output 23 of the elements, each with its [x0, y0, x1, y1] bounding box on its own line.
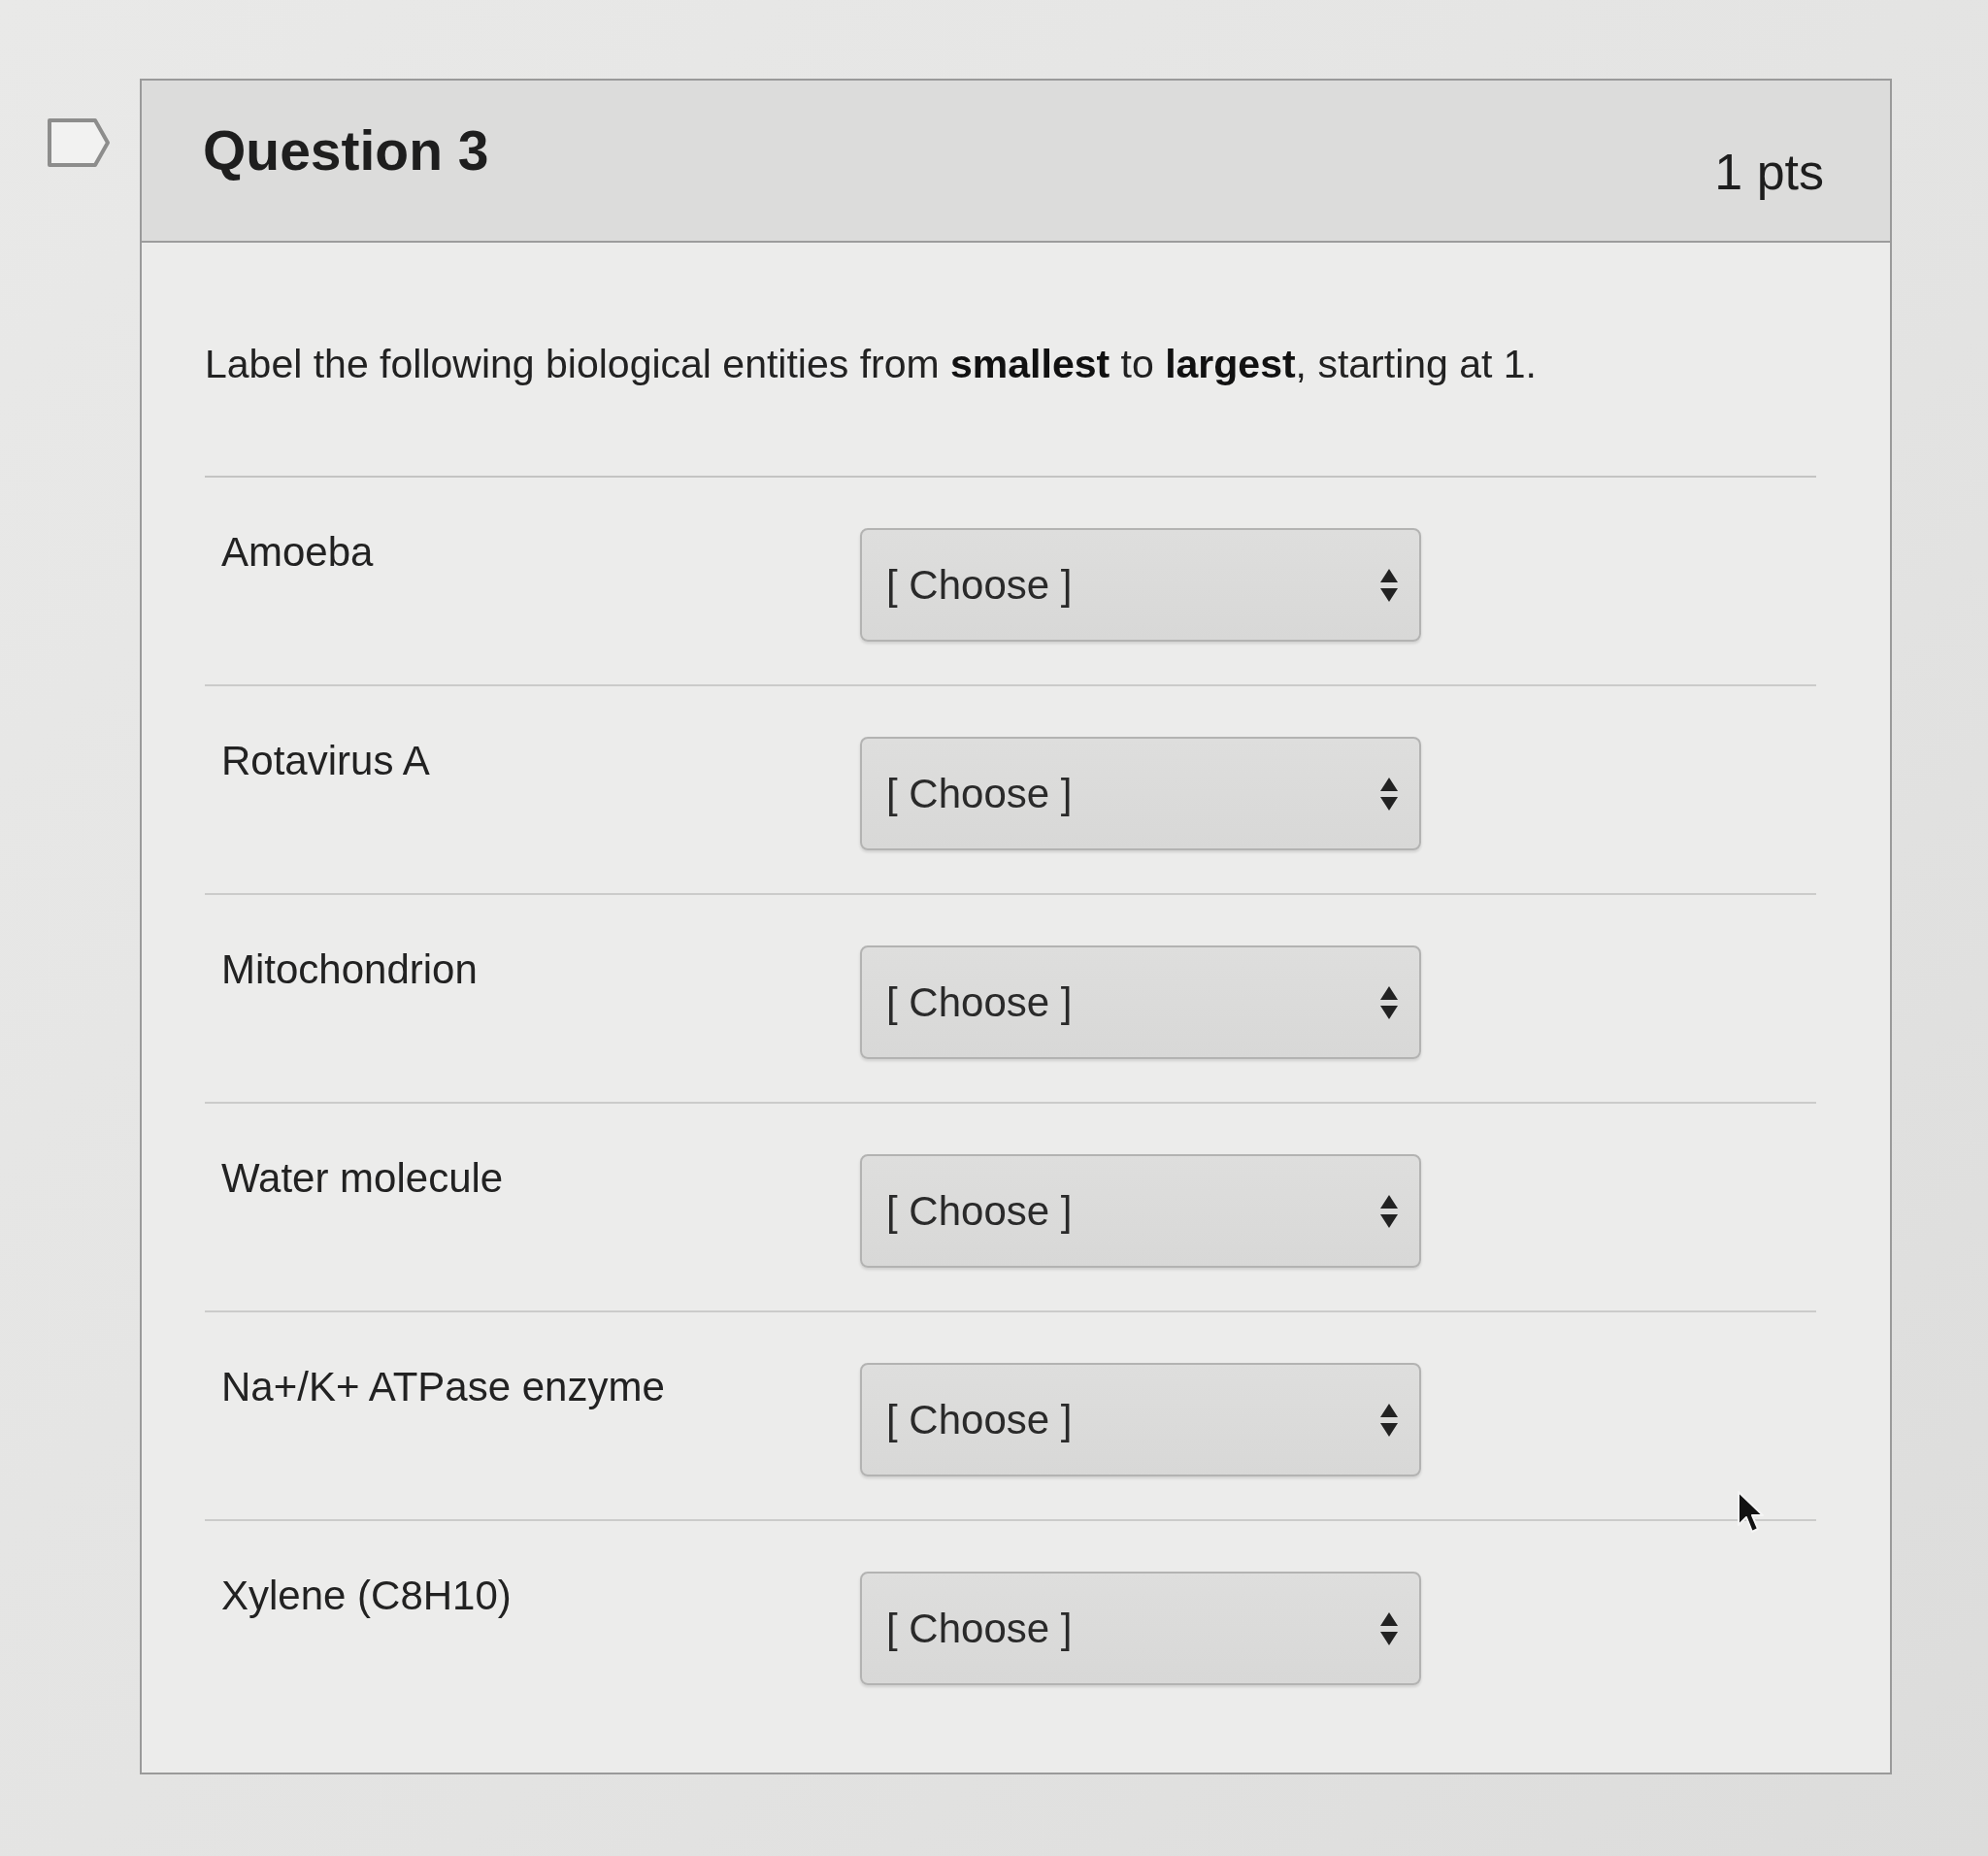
sort-arrows-icon: [1380, 1194, 1398, 1228]
question-prompt: Label the following biological entities from smallest to largest, starting at 1.: [205, 341, 1538, 388]
choice-dropdown[interactable]: [ Choose ]: [860, 945, 1421, 1059]
sort-arrows-icon: [1380, 568, 1398, 602]
sort-arrows-icon: [1380, 1403, 1398, 1437]
sort-arrows-icon: [1380, 777, 1398, 811]
choice-dropdown[interactable]: [ Choose ]: [860, 1363, 1421, 1476]
question-title: Question 3: [203, 117, 489, 182]
choice-dropdown[interactable]: [ Choose ]: [860, 528, 1421, 642]
item-label: Mitochondrion: [220, 945, 479, 994]
item-label: Rotavirus A: [220, 737, 431, 785]
choice-dropdown[interactable]: [ Choose ]: [860, 737, 1421, 850]
item-label: Xylene (C8H10): [220, 1572, 513, 1620]
question-points: 1 pts: [1714, 142, 1824, 201]
choice-dropdown[interactable]: [ Choose ]: [860, 1572, 1421, 1685]
bookmark-flag-icon[interactable]: [47, 117, 111, 168]
sort-arrows-icon: [1380, 1611, 1398, 1645]
item-label: Amoeba: [220, 528, 375, 577]
choice-dropdown[interactable]: [ Choose ]: [860, 1154, 1421, 1268]
item-label: Water molecule: [220, 1154, 505, 1203]
sort-arrows-icon: [1380, 985, 1398, 1019]
mouse-pointer-icon: [1737, 1490, 1766, 1535]
item-label: Na+/K+ ATPase enzyme: [220, 1363, 666, 1411]
